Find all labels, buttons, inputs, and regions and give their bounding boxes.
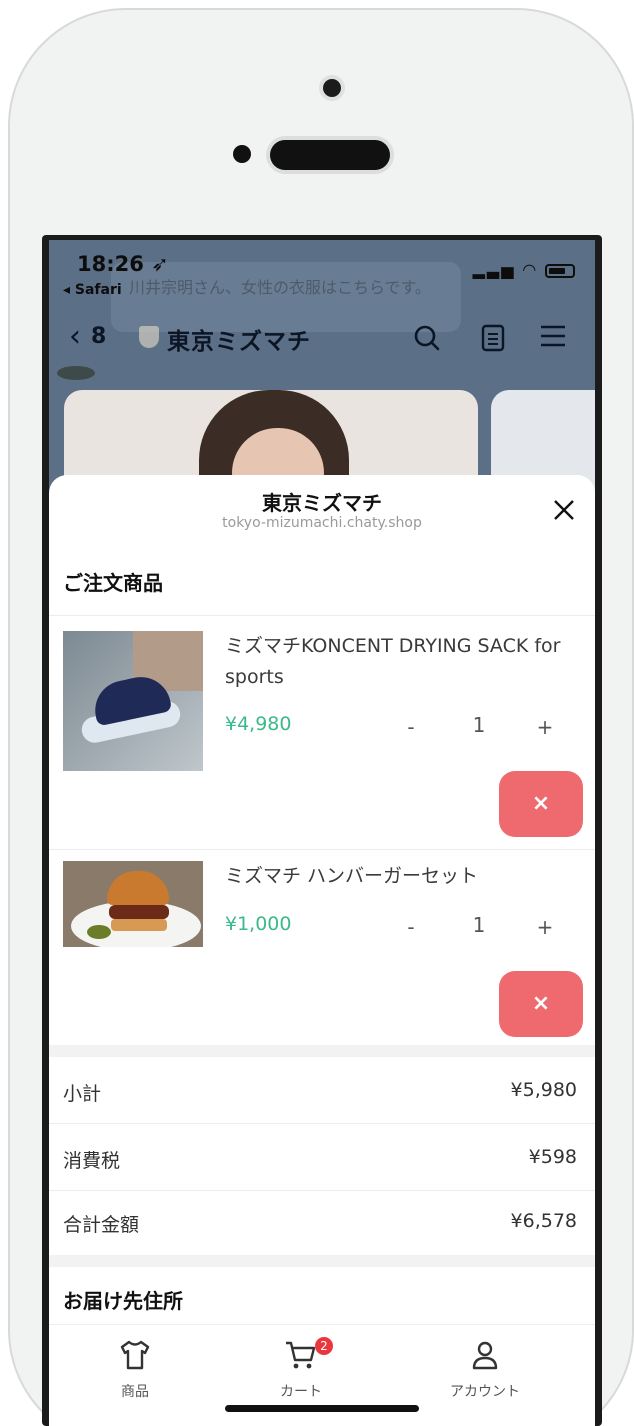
burger-bun — [107, 871, 169, 905]
tab-account[interactable]: アカウント — [405, 1339, 565, 1401]
home-indicator[interactable] — [225, 1405, 419, 1412]
tab-bar: 商品 2 カート アカウント — [49, 1324, 595, 1426]
status-time: 18:26 ➶ — [77, 252, 169, 276]
location-arrow-icon: ➶ — [151, 252, 169, 276]
unread-count[interactable]: 8 — [91, 324, 106, 349]
divider — [49, 849, 595, 850]
chat-title: 東京ミズマチ — [167, 329, 311, 355]
item-price: ¥1,000 — [225, 913, 292, 935]
menu-icon[interactable] — [539, 324, 567, 354]
cart-icon: 2 — [221, 1337, 381, 1379]
burger-bun-bottom — [111, 919, 167, 931]
notes-icon[interactable] — [481, 324, 505, 358]
proximity-sensor — [233, 145, 251, 163]
tab-label: アカウント — [450, 1384, 520, 1400]
item-name[interactable]: ミズマチKONCENT DRYING SACK for sports — [225, 631, 583, 693]
quantity-decrease-button[interactable]: - — [399, 715, 423, 739]
shop-url: tokyo-mizumachi.chaty.shop — [222, 515, 422, 531]
battery-icon — [545, 263, 575, 278]
status-icons: ▂▃▅ ◠ — [473, 260, 575, 279]
tax-value: ¥598 — [528, 1146, 577, 1168]
divider — [49, 1190, 595, 1191]
quantity-increase-button[interactable]: + — [533, 915, 557, 939]
remove-item-button[interactable]: × — [499, 971, 583, 1037]
divider — [49, 1123, 595, 1124]
product-thumbnail[interactable] — [63, 861, 203, 947]
quantity-increase-button[interactable]: + — [533, 715, 557, 739]
wifi-icon: ◠ — [523, 260, 538, 279]
chat-header: ‹ 8 東京ミズマチ — [49, 318, 595, 364]
tab-cart[interactable]: 2 カート — [221, 1337, 381, 1401]
product-thumbnail[interactable] — [63, 631, 203, 771]
order-section-title: ご注文商品 — [63, 571, 163, 595]
quantity-decrease-button[interactable]: - — [399, 915, 423, 939]
item-price: ¥4,980 — [225, 713, 292, 735]
signal-icon: ▂▃▅ — [472, 260, 516, 279]
bird-image — [57, 366, 95, 380]
address-section-title: お届け先住所 — [63, 1289, 183, 1313]
total-value: ¥6,578 — [510, 1210, 577, 1232]
quantity-value: 1 — [472, 913, 486, 937]
section-gap — [49, 1045, 595, 1057]
cart-sheet: 東京ミズマチ tokyo-mizumachi.chaty.shop ご注文商品 … — [49, 475, 595, 1426]
shirt-icon — [55, 1339, 215, 1379]
tax-label: 消費税 — [63, 1150, 121, 1172]
burger-patty — [109, 905, 169, 919]
person-icon — [405, 1339, 565, 1379]
divider — [49, 615, 595, 616]
close-icon — [554, 500, 574, 520]
cart-badge: 2 — [315, 1337, 333, 1355]
close-button[interactable] — [547, 495, 581, 529]
tab-label: 商品 — [121, 1384, 149, 1400]
front-camera — [323, 79, 341, 97]
total-label: 合計金額 — [63, 1214, 140, 1236]
tab-label: カート — [280, 1384, 322, 1400]
subtotal-label: 小計 — [63, 1083, 102, 1105]
tab-products[interactable]: 商品 — [55, 1339, 215, 1401]
quantity-value: 1 — [472, 713, 486, 737]
shop-name: 東京ミズマチ — [262, 491, 382, 515]
remove-item-button[interactable]: × — [499, 771, 583, 837]
search-icon[interactable] — [413, 324, 441, 358]
section-gap — [49, 1255, 595, 1267]
subtotal-value: ¥5,980 — [510, 1079, 577, 1101]
cart-item: ミズマチ ハンバーガーセット ¥1,000 - 1 + × — [49, 861, 595, 1041]
pickle — [87, 925, 111, 939]
earpiece-speaker — [270, 140, 390, 170]
status-bar: 18:26 ➶ ◂ Safari ▂▃▅ ◠ — [49, 240, 595, 310]
chat-app-background: 川井宗明さん、女性の衣服はこちらです。 18:26 ➶ ◂ Safari ▂▃▅… — [49, 240, 595, 1426]
cart-item: ミズマチKONCENT DRYING SACK for sports ¥4,98… — [49, 631, 595, 845]
shield-icon — [139, 326, 159, 348]
back-to-safari-link[interactable]: ◂ Safari — [63, 282, 122, 298]
sheet-header: 東京ミズマチ tokyo-mizumachi.chaty.shop — [49, 475, 595, 539]
phone-screen: 川井宗明さん、女性の衣服はこちらです。 18:26 ➶ ◂ Safari ▂▃▅… — [42, 235, 602, 1426]
back-chevron-icon[interactable]: ‹ — [69, 322, 81, 352]
item-name[interactable]: ミズマチ ハンバーガーセット — [225, 861, 583, 892]
